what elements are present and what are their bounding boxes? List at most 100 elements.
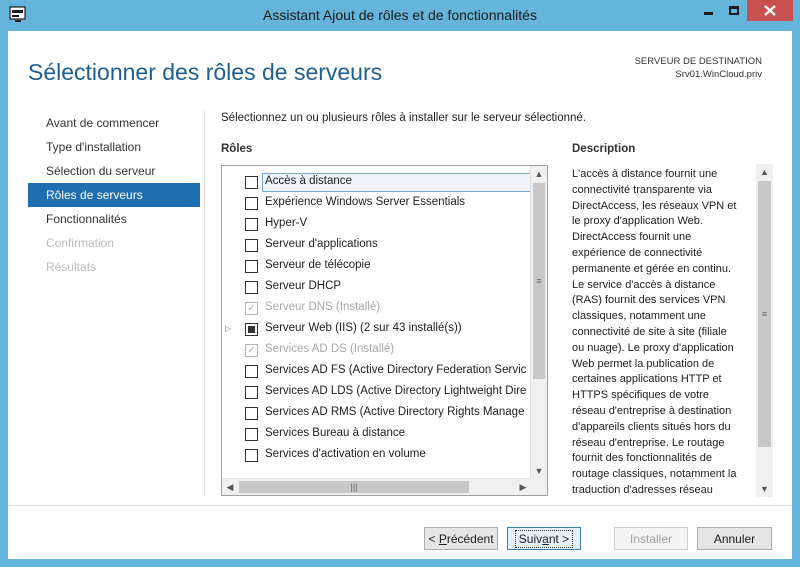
- description-line: le proxy d'application Web.: [572, 215, 703, 228]
- nav-item-before-you-begin[interactable]: Avant de commencer: [28, 111, 200, 135]
- role-checkbox[interactable]: [245, 218, 258, 231]
- role-label: Expérience Windows Server Essentials: [265, 196, 466, 208]
- previous-button[interactable]: < Précédent: [424, 527, 498, 550]
- close-icon: [764, 5, 776, 16]
- nav-item-server-roles[interactable]: Rôles de serveurs: [28, 183, 200, 207]
- grip-icon: ≡: [536, 275, 542, 286]
- description-line: ou nuage). Le proxy d'application: [572, 341, 734, 354]
- description-line: réseau d'entreprise. Le routage: [572, 436, 725, 449]
- description-line: réseau d'entreprise à destination: [572, 404, 732, 417]
- role-label: Services Bureau à distance: [265, 427, 405, 439]
- wizard-window: Assistant Ajout de rôles et de fonctionn…: [0, 0, 800, 567]
- nav-divider: [204, 111, 205, 496]
- scroll-corner: [530, 478, 547, 495]
- page-title: Sélectionner des rôles de serveurs: [28, 59, 383, 85]
- scroll-thumb[interactable]: |||: [239, 481, 469, 493]
- role-item[interactable]: Expérience Windows Server Essentials: [222, 193, 531, 214]
- description-line: classiques, notamment une: [572, 310, 706, 323]
- role-label: Serveur DNS (Installé): [265, 301, 381, 313]
- role-checkbox-partial[interactable]: [245, 323, 258, 336]
- description-scrollbar[interactable]: ▲ ≡ ▼: [756, 164, 773, 497]
- label-part: nt >: [548, 531, 570, 546]
- role-label: Services d'activation en volume: [265, 448, 426, 460]
- description-line: routage classiques, notamment la: [572, 468, 737, 481]
- nav-item-features[interactable]: Fonctionnalités: [28, 207, 200, 231]
- footer-divider: [8, 505, 792, 506]
- description-heading: Description: [572, 143, 636, 155]
- role-item: ✓ Serveur DNS (Installé): [222, 298, 531, 319]
- role-label: Services AD DS (Installé): [265, 343, 395, 355]
- role-label: Services AD FS (Active Directory Federat…: [265, 364, 527, 376]
- checkmark-icon: ✓: [245, 302, 258, 315]
- role-checkbox[interactable]: [245, 239, 258, 252]
- roles-tree[interactable]: Accès à distance Expérience Windows Serv…: [221, 165, 548, 496]
- label-part: <: [428, 531, 439, 546]
- description-line: certaines applications HTTP et: [572, 373, 722, 386]
- scroll-thumb[interactable]: ≡: [758, 181, 771, 447]
- roles-horizontal-scrollbar[interactable]: ◀ ||| ▶: [222, 478, 531, 495]
- scroll-down-icon[interactable]: ▼: [756, 481, 773, 497]
- scroll-thumb[interactable]: ≡: [533, 183, 545, 379]
- scroll-down-icon[interactable]: ▼: [531, 463, 547, 479]
- role-item[interactable]: Services AD FS (Active Directory Federat…: [222, 361, 531, 382]
- instruction-text: Sélectionnez un ou plusieurs rôles à ins…: [221, 112, 587, 124]
- roles-list: Accès à distance Expérience Windows Serv…: [222, 172, 531, 470]
- minimize-button[interactable]: [695, 0, 721, 21]
- description-line: HTTPS spécifiques de votre: [572, 389, 709, 402]
- description-line: DirectAccess, les réseaux VPN et: [572, 199, 737, 212]
- destination-server-info: SERVEUR DE DESTINATION Srv01.WinCloud.pr…: [635, 55, 762, 81]
- role-label: Serveur de télécopie: [265, 259, 371, 271]
- role-item[interactable]: ▷ Serveur Web (IIS) (2 sur 43 installé(s…: [222, 319, 531, 340]
- description-line: L'accès à distance fournit une: [572, 168, 718, 180]
- role-item[interactable]: Services AD RMS (Active Directory Rights…: [222, 403, 531, 424]
- close-button[interactable]: [747, 0, 793, 21]
- role-item[interactable]: Services Bureau à distance: [222, 424, 531, 445]
- wizard-client-area: Sélectionner des rôles de serveurs SERVE…: [8, 31, 792, 559]
- role-checkbox[interactable]: [245, 386, 258, 399]
- destination-label: SERVEUR DE DESTINATION: [634, 56, 762, 67]
- description-line: Web permet la publication de: [572, 357, 715, 370]
- role-item[interactable]: Services AD LDS (Active Directory Lightw…: [222, 382, 531, 403]
- previous-button-label: < Précédent: [425, 531, 496, 547]
- mnemonic: P: [438, 531, 447, 546]
- role-checkbox[interactable]: [245, 428, 258, 441]
- description-line: connectivité de site à site (filiale: [572, 325, 727, 338]
- scroll-up-icon[interactable]: ▲: [756, 164, 773, 180]
- next-button[interactable]: Suivant >: [507, 527, 581, 550]
- roles-vertical-scrollbar[interactable]: ▲ ≡ ▼: [530, 166, 547, 479]
- role-item[interactable]: Serveur d'applications: [222, 235, 531, 256]
- role-item[interactable]: Serveur de télécopie: [222, 256, 531, 277]
- scroll-up-icon[interactable]: ▲: [531, 166, 547, 182]
- scroll-right-icon[interactable]: ▶: [515, 479, 531, 495]
- role-checkbox[interactable]: [245, 407, 258, 420]
- checkmark-icon: ✓: [245, 344, 258, 357]
- role-checkbox[interactable]: [245, 449, 258, 462]
- role-checkbox[interactable]: [245, 260, 258, 273]
- description-line: connectivité transparente via: [572, 183, 713, 196]
- role-label: Hyper-V: [265, 217, 308, 229]
- role-label: Services AD RMS (Active Directory Rights…: [265, 406, 525, 418]
- role-checkbox[interactable]: [245, 197, 258, 210]
- nav-item-confirmation: Confirmation: [46, 236, 115, 250]
- role-item[interactable]: Services d'activation en volume: [222, 445, 531, 466]
- role-checkbox[interactable]: [245, 176, 258, 189]
- grip-icon: ≡: [761, 308, 768, 319]
- description-line: Le service d'accès à distance: [572, 278, 716, 291]
- description-text: L'accès à distance fournit une connectiv…: [572, 167, 752, 497]
- scroll-left-icon[interactable]: ◀: [222, 479, 238, 495]
- title-bar[interactable]: Assistant Ajout de rôles et de fonctionn…: [0, 0, 800, 30]
- install-button: Installer: [614, 527, 688, 550]
- role-checkbox[interactable]: [245, 281, 258, 294]
- cancel-button[interactable]: Annuler: [697, 527, 772, 550]
- description-line: (RAS) fournit des services VPN: [572, 294, 726, 307]
- nav-item-installation-type[interactable]: Type d'installation: [28, 135, 200, 159]
- role-item[interactable]: Accès à distance: [222, 172, 531, 193]
- nav-item-server-selection[interactable]: Sélection du serveur: [28, 159, 200, 183]
- role-checkbox[interactable]: [245, 365, 258, 378]
- expand-arrow-icon[interactable]: ▷: [225, 324, 231, 333]
- description-line: traduction d'adresses réseau: [572, 483, 713, 496]
- maximize-button[interactable]: [721, 0, 747, 21]
- role-item[interactable]: Serveur DHCP: [222, 277, 531, 298]
- description-line: DirectAccess fournit une: [572, 231, 692, 244]
- role-item[interactable]: Hyper-V: [222, 214, 531, 235]
